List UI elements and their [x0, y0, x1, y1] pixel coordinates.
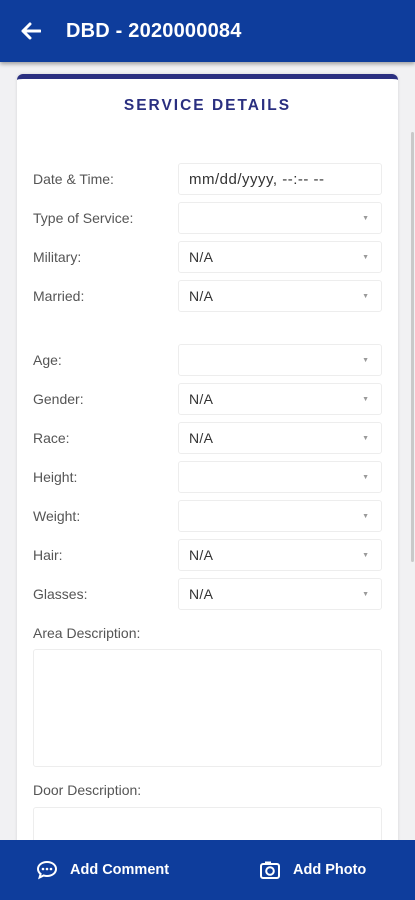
age-select[interactable]: ▼ — [178, 344, 382, 376]
field-label: Type of Service: — [33, 210, 134, 226]
field-label: Military: — [33, 249, 82, 265]
door-description-label: Door Description: — [33, 782, 142, 798]
chevron-down-icon: ▼ — [362, 357, 369, 364]
field-military: Military: N/A ▼ — [33, 241, 383, 273]
field-label: Gender: — [33, 391, 84, 407]
area-description-label: Area Description: — [33, 625, 141, 641]
married-value: N/A — [189, 288, 214, 304]
chevron-down-icon: ▼ — [362, 215, 369, 222]
field-gender: Gender: N/A ▼ — [33, 383, 383, 415]
field-label: Married: — [33, 288, 85, 304]
gender-value: N/A — [189, 391, 214, 407]
content-area: SERVICE DETAILS Date & Time: mm/dd/yyyy,… — [0, 62, 415, 840]
field-height: Height: ▼ — [33, 461, 383, 493]
hair-value: N/A — [189, 547, 214, 563]
field-label: Hair: — [33, 547, 63, 563]
scrollbar[interactable] — [411, 132, 414, 562]
field-race: Race: N/A ▼ — [33, 422, 383, 454]
page-title: DBD - 2020000084 — [66, 19, 242, 42]
chevron-down-icon: ▼ — [362, 513, 369, 520]
glasses-select[interactable]: N/A ▼ — [178, 578, 382, 610]
type-of-service-select[interactable]: ▼ — [178, 202, 382, 234]
military-value: N/A — [189, 249, 214, 265]
chevron-down-icon: ▼ — [362, 474, 369, 481]
add-comment-button[interactable]: Add Comment — [36, 840, 169, 900]
field-date-time: Date & Time: mm/dd/yyyy, --:-- -- — [33, 163, 383, 195]
field-glasses: Glasses: N/A ▼ — [33, 578, 383, 610]
field-label: Weight: — [33, 508, 81, 524]
field-label: Race: — [33, 430, 70, 446]
military-select[interactable]: N/A ▼ — [178, 241, 382, 273]
field-hair: Hair: N/A ▼ — [33, 539, 383, 571]
married-select[interactable]: N/A ▼ — [178, 280, 382, 312]
app-header: DBD - 2020000084 — [0, 0, 415, 62]
race-value: N/A — [189, 430, 214, 446]
height-select[interactable]: ▼ — [178, 461, 382, 493]
field-married: Married: N/A ▼ — [33, 280, 383, 312]
chevron-down-icon: ▼ — [362, 435, 369, 442]
glasses-value: N/A — [189, 586, 214, 602]
hair-select[interactable]: N/A ▼ — [178, 539, 382, 571]
chevron-down-icon: ▼ — [362, 293, 369, 300]
door-description-textarea[interactable] — [33, 807, 382, 840]
add-comment-label: Add Comment — [70, 862, 170, 878]
section-title: SERVICE DETAILS — [123, 97, 292, 114]
field-weight: Weight: ▼ — [33, 500, 383, 532]
camera-icon — [259, 860, 281, 880]
chevron-down-icon: ▼ — [362, 254, 369, 261]
comment-icon — [36, 860, 58, 880]
add-photo-button[interactable]: Add Photo — [259, 840, 366, 900]
field-age: Age: ▼ — [33, 344, 383, 376]
chevron-down-icon: ▼ — [362, 552, 369, 559]
arrow-left-icon — [21, 22, 41, 40]
chevron-down-icon: ▼ — [362, 396, 369, 403]
add-photo-label: Add Photo — [293, 862, 367, 878]
field-label: Glasses: — [33, 586, 88, 602]
race-select[interactable]: N/A ▼ — [178, 422, 382, 454]
back-button[interactable] — [0, 0, 62, 62]
area-description-textarea[interactable] — [33, 649, 382, 767]
date-time-value: mm/dd/yyyy, --:-- -- — [189, 170, 325, 188]
date-time-input[interactable]: mm/dd/yyyy, --:-- -- — [178, 163, 382, 195]
bottom-action-bar: Add Comment Add Photo — [0, 840, 415, 900]
field-label: Date & Time: — [33, 171, 114, 187]
field-label: Age: — [33, 352, 62, 368]
gender-select[interactable]: N/A ▼ — [178, 383, 382, 415]
service-details-card: SERVICE DETAILS Date & Time: mm/dd/yyyy,… — [17, 74, 398, 840]
field-label: Height: — [33, 469, 78, 485]
chevron-down-icon: ▼ — [362, 591, 369, 598]
weight-select[interactable]: ▼ — [178, 500, 382, 532]
field-type-of-service: Type of Service: ▼ — [33, 202, 383, 234]
